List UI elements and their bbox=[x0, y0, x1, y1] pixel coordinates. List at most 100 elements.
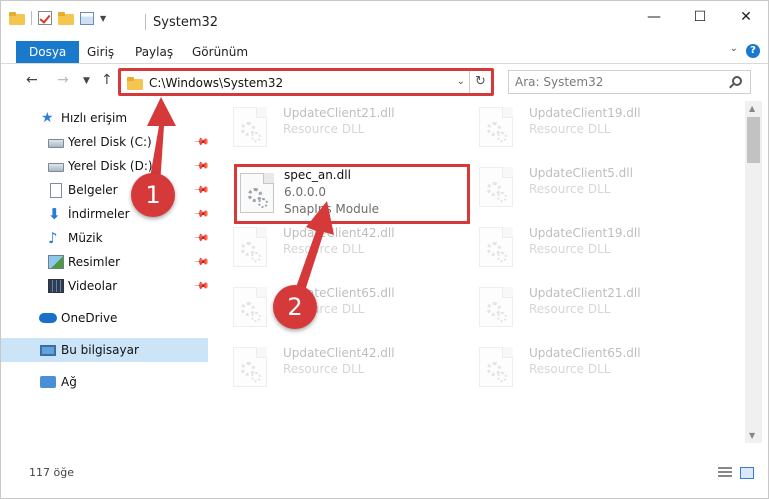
file-name: UpdateClient21.dll bbox=[529, 286, 641, 300]
sidebar-item-videos[interactable]: Videolar 📌 bbox=[1, 274, 210, 298]
file-tile[interactable]: UpdateClient21.dll Resource DLL bbox=[211, 101, 447, 157]
file-version: 6.0.0.0 bbox=[284, 185, 326, 199]
file-name: UpdateClient5.dll bbox=[529, 166, 633, 180]
vertical-scrollbar[interactable]: ▲ ▼ bbox=[745, 101, 762, 443]
status-bar: 117 öğe bbox=[1, 461, 768, 485]
file-description: Resource DLL bbox=[283, 362, 365, 376]
sidebar-item-label: Müzik bbox=[68, 231, 103, 245]
item-count: 117 öğe bbox=[29, 466, 74, 479]
dll-file-icon bbox=[479, 347, 513, 387]
address-dropdown-chevron-icon[interactable]: ⌄ bbox=[457, 76, 465, 87]
sidebar-item-label: Yerel Disk (D:) bbox=[68, 159, 153, 173]
sidebar-item-label: Videolar bbox=[68, 279, 118, 293]
scroll-down-icon[interactable]: ▼ bbox=[749, 431, 755, 440]
refresh-icon[interactable]: ↻ bbox=[469, 71, 491, 93]
back-arrow-icon[interactable]: ← bbox=[26, 72, 38, 88]
pin-icon: 📌 bbox=[192, 205, 210, 223]
sidebar-item-this-pc[interactable]: Bu bilgisayar bbox=[1, 338, 208, 362]
sidebar-item-network[interactable]: Ağ bbox=[1, 370, 208, 394]
recent-locations-chevron-icon[interactable]: ▼ bbox=[83, 76, 90, 86]
file-tile[interactable]: UpdateClient65.dll Resource DLL bbox=[457, 341, 693, 397]
sidebar-item-onedrive[interactable]: OneDrive bbox=[1, 306, 208, 330]
address-path[interactable]: C:\Windows\System32 bbox=[149, 76, 283, 90]
window-title: System32 bbox=[153, 15, 219, 30]
step-2-badge: 2 bbox=[273, 285, 317, 329]
pin-icon: 📌 bbox=[192, 277, 210, 295]
tiles-view-icon[interactable] bbox=[740, 467, 754, 479]
search-input[interactable] bbox=[515, 75, 715, 89]
folder-icon[interactable] bbox=[9, 11, 25, 25]
file-tile[interactable]: UpdateClient42.dll Resource DLL bbox=[211, 221, 447, 277]
address-bar[interactable]: C:\Windows\System32 ⌄ ↻ bbox=[118, 68, 494, 96]
file-description: Resource DLL bbox=[529, 182, 611, 196]
toolbar-separator bbox=[31, 11, 32, 25]
sidebar-item-label: OneDrive bbox=[61, 311, 118, 325]
title-bar: ▼ System32 — ☐ ✕ bbox=[1, 1, 768, 41]
customize-toolbar-chevron-icon[interactable]: ▼ bbox=[100, 14, 106, 23]
file-description: Resource DLL bbox=[529, 122, 611, 136]
file-list: UpdateClient21.dll Resource DLL spec_an.… bbox=[211, 101, 743, 443]
sidebar-item-local-disk-d[interactable]: Yerel Disk (D:) 📌 bbox=[1, 154, 210, 178]
file-description: Resource DLL bbox=[529, 242, 611, 256]
close-button[interactable]: ✕ bbox=[723, 1, 769, 33]
file-tile[interactable]: UpdateClient21.dll Resource DLL bbox=[457, 281, 693, 337]
tab-home[interactable]: Giriş bbox=[77, 41, 124, 63]
dll-file-icon bbox=[240, 173, 274, 213]
documents-icon bbox=[50, 182, 62, 198]
tab-view[interactable]: Görünüm bbox=[182, 41, 258, 63]
minimize-button[interactable]: — bbox=[631, 1, 677, 33]
new-folder-icon[interactable] bbox=[58, 11, 74, 25]
sidebar-item-music[interactable]: ♪ Müzik 📌 bbox=[1, 226, 210, 250]
up-arrow-icon[interactable]: ↑ bbox=[101, 72, 113, 88]
star-icon: ★ bbox=[41, 110, 54, 126]
dll-file-icon bbox=[479, 287, 513, 327]
file-tile[interactable]: UpdateClient19.dll Resource DLL bbox=[457, 221, 693, 277]
computer-icon bbox=[40, 344, 56, 356]
file-tile[interactable]: UpdateClient42.dll Resource DLL bbox=[211, 341, 447, 397]
music-icon: ♪ bbox=[48, 229, 58, 247]
sidebar-item-label: Ağ bbox=[61, 375, 77, 389]
quick-access-toolbar: ▼ bbox=[9, 11, 106, 25]
navigation-bar: ← → ▼ ↑ C:\Windows\System32 ⌄ ↻ bbox=[1, 65, 768, 99]
file-name: UpdateClient19.dll bbox=[529, 226, 641, 240]
title-separator bbox=[145, 14, 146, 30]
file-tile-highlighted[interactable]: spec_an.dll 6.0.0.0 SnapIns Module bbox=[234, 164, 470, 224]
file-tile[interactable]: UpdateClient5.dll Resource DLL bbox=[457, 161, 693, 217]
sidebar-item-downloads[interactable]: ⬇ İndirmeler 📌 bbox=[1, 202, 210, 226]
details-view-icon[interactable] bbox=[718, 467, 732, 479]
expand-ribbon-chevron-icon[interactable]: ⌄ bbox=[730, 43, 738, 54]
file-tile[interactable]: UpdateClient65.dll Resource DLL bbox=[211, 281, 447, 337]
file-tile[interactable]: UpdateClient19.dll Resource DLL bbox=[457, 101, 693, 157]
sidebar-item-label: Bu bilgisayar bbox=[61, 343, 139, 357]
dll-file-icon bbox=[233, 227, 267, 267]
pin-icon: 📌 bbox=[192, 181, 210, 199]
tab-file[interactable]: Dosya bbox=[16, 41, 80, 63]
sidebar-item-quick-access[interactable]: ★ Hızlı erişim bbox=[1, 106, 208, 130]
sidebar-item-local-disk-c[interactable]: Yerel Disk (C:) 📌 bbox=[1, 130, 210, 154]
file-description: Resource DLL bbox=[529, 362, 611, 376]
scrollbar-thumb[interactable] bbox=[747, 117, 760, 163]
scroll-up-icon[interactable]: ▲ bbox=[749, 104, 755, 113]
help-icon[interactable]: ? bbox=[746, 44, 760, 58]
forward-arrow-icon[interactable]: → bbox=[57, 72, 69, 88]
disk-icon bbox=[48, 163, 64, 172]
sidebar-item-label: İndirmeler bbox=[68, 207, 130, 221]
search-icon[interactable] bbox=[732, 76, 742, 86]
step-1-badge: 1 bbox=[131, 173, 175, 217]
sidebar-item-documents[interactable]: Belgeler 📌 bbox=[1, 178, 210, 202]
tab-share[interactable]: Paylaş bbox=[125, 41, 183, 63]
maximize-button[interactable]: ☐ bbox=[677, 1, 723, 33]
navigation-pane: ★ Hızlı erişim Yerel Disk (C:) 📌 Yerel D… bbox=[1, 104, 210, 459]
properties-icon[interactable] bbox=[80, 11, 94, 25]
properties-check-icon[interactable] bbox=[38, 11, 52, 25]
dll-file-icon bbox=[479, 227, 513, 267]
folder-icon bbox=[127, 77, 143, 90]
file-description: Resource DLL bbox=[529, 302, 611, 316]
file-name: UpdateClient19.dll bbox=[529, 106, 641, 120]
sidebar-item-pictures[interactable]: Resimler 📌 bbox=[1, 250, 210, 274]
dll-file-icon bbox=[233, 287, 267, 327]
dll-file-icon bbox=[233, 347, 267, 387]
dll-file-icon bbox=[233, 107, 267, 147]
network-icon bbox=[40, 376, 56, 388]
search-box[interactable] bbox=[508, 70, 751, 94]
